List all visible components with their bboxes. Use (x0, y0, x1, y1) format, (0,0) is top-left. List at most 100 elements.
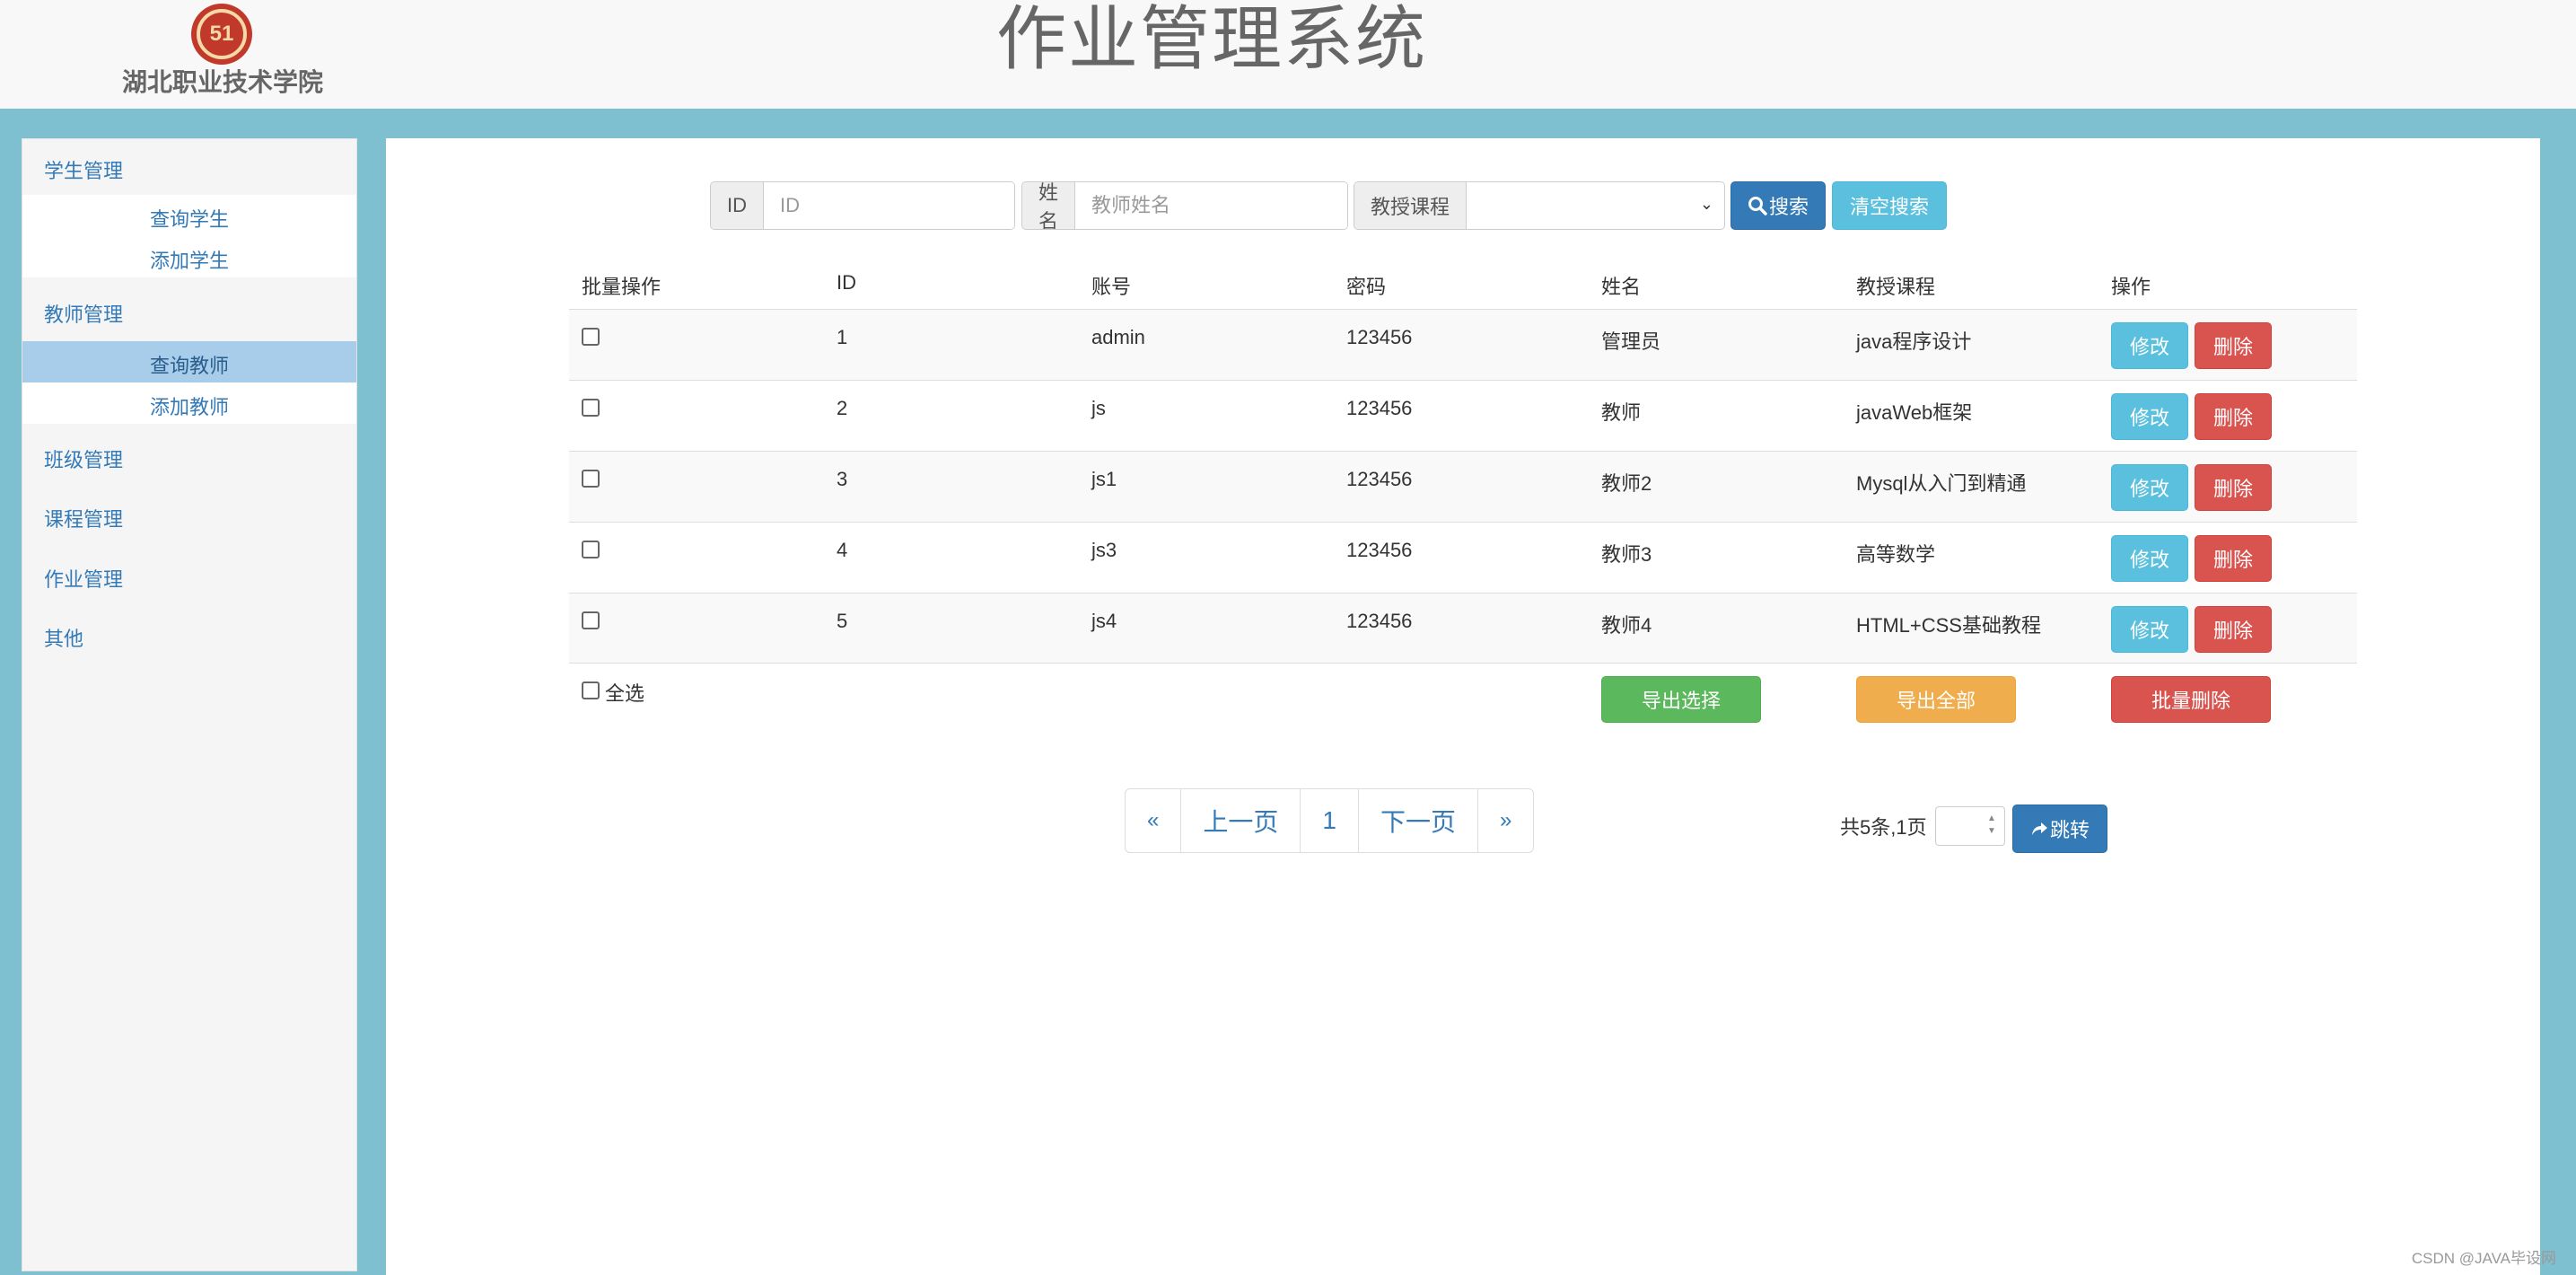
sidebar-group-homework[interactable]: 作业管理 (44, 564, 123, 593)
name-input[interactable] (1075, 182, 1347, 229)
search-button-label: 搜索 (1768, 196, 1809, 218)
cell-account: js3 (1091, 539, 1117, 561)
jump-page-input[interactable]: ▲ ▼ (1935, 806, 2005, 846)
cell-name: 教师4 (1601, 614, 1652, 637)
row-checkbox[interactable] (582, 328, 600, 346)
name-search-group: 姓名 (1021, 181, 1348, 230)
cell-course: Mysql从入门到精通 (1856, 472, 2027, 495)
column-header-id: ID (837, 271, 856, 294)
delete-button[interactable]: 删除 (2195, 606, 2272, 653)
cell-course: javaWeb框架 (1856, 401, 1973, 424)
cell-password: 123456 (1346, 610, 1413, 632)
column-header-actions: 操作 (2111, 276, 2151, 298)
table-row: 2 js 123456 教师 javaWeb框架 修改 删除 (569, 380, 2357, 451)
cell-id: 5 (837, 610, 848, 632)
select-all-label: 全选 (605, 682, 645, 705)
system-title: 作业管理系统 (995, 0, 1427, 78)
cell-name: 教师 (1601, 401, 1642, 424)
select-all-checkbox[interactable] (582, 681, 600, 699)
cell-password: 123456 (1346, 326, 1413, 348)
row-checkbox[interactable] (582, 541, 600, 558)
sidebar-item-label: 查询学生 (150, 208, 230, 231)
export-selected-button[interactable]: 导出选择 (1601, 676, 1761, 723)
search-icon (1748, 197, 1767, 215)
cell-course: java程序设计 (1856, 330, 1972, 353)
table-footer: 全选 导出选择 导出全部 批量删除 (569, 663, 2357, 723)
jump-button-label: 跳转 (2049, 819, 2090, 841)
edit-button[interactable]: 修改 (2111, 606, 2188, 653)
cell-name: 管理员 (1601, 330, 1661, 353)
clear-search-button[interactable]: 清空搜索 (1832, 181, 1947, 230)
id-input[interactable] (764, 182, 1014, 229)
edit-button[interactable]: 修改 (2111, 535, 2188, 582)
row-checkbox[interactable] (582, 399, 600, 417)
cell-id: 1 (837, 326, 848, 348)
sidebar-item-label: 添加学生 (150, 250, 230, 272)
sidebar-group-other[interactable]: 其他 (44, 623, 83, 652)
delete-button[interactable]: 删除 (2195, 322, 2272, 369)
sidebar-group-classes[interactable]: 班级管理 (44, 444, 123, 473)
school-logo: 51 (191, 4, 252, 65)
cell-id: 4 (837, 539, 848, 561)
cell-password: 123456 (1346, 539, 1413, 561)
logo-mark: 51 (209, 22, 234, 46)
column-header-password: 密码 (1346, 276, 1387, 298)
sidebar-item-add-teachers[interactable]: 添加教师 (22, 382, 356, 424)
name-label: 姓名 (1022, 182, 1076, 229)
edit-button[interactable]: 修改 (2111, 393, 2188, 440)
top-header: 51 湖北职业技术学院 作业管理系统 (0, 0, 2576, 109)
search-button[interactable]: 搜索 (1730, 181, 1826, 230)
batch-delete-button[interactable]: 批量删除 (2111, 676, 2271, 723)
prev-page-link[interactable]: 上一页 (1181, 789, 1301, 852)
course-label: 教授课程 (1354, 182, 1468, 229)
sidebar-group-courses[interactable]: 课程管理 (44, 504, 123, 532)
first-page-link[interactable]: « (1126, 789, 1182, 852)
current-page-link[interactable]: 1 (1301, 789, 1359, 852)
sidebar-group-students[interactable]: 学生管理 (44, 155, 123, 184)
stepper-arrows-icon[interactable]: ▲ ▼ (1985, 813, 1999, 840)
cell-account: js (1091, 397, 1106, 419)
cell-account: js1 (1091, 468, 1117, 490)
pagination: « 上一页 1 下一页 » (1125, 788, 1535, 853)
share-arrow-icon (2031, 822, 2047, 835)
delete-button[interactable]: 删除 (2195, 464, 2272, 511)
column-header-course: 教授课程 (1856, 276, 1936, 298)
jump-button[interactable]: 跳转 (2012, 805, 2107, 853)
column-header-account: 账号 (1091, 276, 1132, 298)
watermark: CSDN @JAVA毕设网 (2411, 1250, 2556, 1267)
export-all-button[interactable]: 导出全部 (1856, 676, 2016, 723)
sidebar: 学生管理 查询学生 添加学生 教师管理 查询教师 添加教师 班级管理 课程管理 … (22, 138, 357, 1271)
next-page-link[interactable]: 下一页 (1359, 789, 1478, 852)
cell-password: 123456 (1346, 468, 1413, 490)
main-panel: ID 姓名 教授课程 ⌄ 搜索 清空搜索 批量操作 ID 账号 密码 姓名 教授… (386, 138, 2540, 1275)
table-row: 1 admin 123456 管理员 java程序设计 修改 删除 (569, 309, 2357, 380)
delete-button[interactable]: 删除 (2195, 535, 2272, 582)
last-page-link[interactable]: » (1478, 789, 1533, 852)
table-row: 5 js4 123456 教师4 HTML+CSS基础教程 修改 删除 (569, 593, 2357, 664)
row-checkbox[interactable] (582, 611, 600, 629)
cell-account: admin (1091, 326, 1145, 348)
column-header-batch: 批量操作 (582, 276, 662, 298)
delete-button[interactable]: 删除 (2195, 393, 2272, 440)
sidebar-item-query-teachers[interactable]: 查询教师 (22, 341, 356, 382)
column-header-name: 姓名 (1601, 276, 1642, 298)
cell-name: 教师2 (1601, 472, 1652, 495)
cell-password: 123456 (1346, 397, 1413, 419)
sidebar-item-query-students[interactable]: 查询学生 (22, 195, 356, 236)
row-checkbox[interactable] (582, 470, 600, 488)
cell-id: 3 (837, 468, 848, 490)
sidebar-item-add-students[interactable]: 添加学生 (22, 236, 356, 277)
cell-course: HTML+CSS基础教程 (1856, 614, 2041, 637)
edit-button[interactable]: 修改 (2111, 464, 2188, 511)
cell-account: js4 (1091, 610, 1117, 632)
course-search-group: 教授课程 ⌄ (1354, 181, 1725, 230)
chevron-down-icon: ⌄ (1699, 195, 1713, 213)
edit-button[interactable]: 修改 (2111, 322, 2188, 369)
cell-id: 2 (837, 397, 848, 419)
course-select[interactable]: ⌄ (1467, 182, 1724, 229)
cell-course: 高等数学 (1856, 543, 1936, 566)
sidebar-group-teachers[interactable]: 教师管理 (44, 299, 123, 328)
cell-name: 教师3 (1601, 543, 1652, 566)
table-row: 3 js1 123456 教师2 Mysql从入门到精通 修改 删除 (569, 451, 2357, 522)
id-search-group: ID (710, 181, 1015, 230)
